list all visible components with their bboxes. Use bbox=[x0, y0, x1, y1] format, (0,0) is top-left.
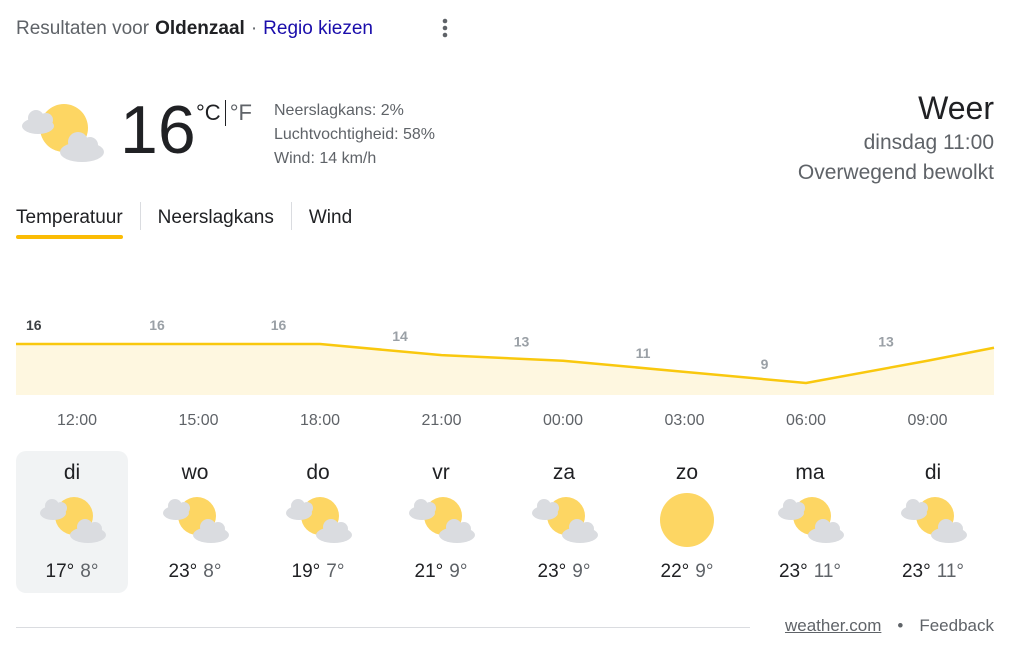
low-temperature: 9° bbox=[572, 561, 591, 582]
current-time: dinsdag 11:00 bbox=[863, 131, 994, 154]
weather-title: Weer bbox=[918, 90, 994, 126]
hour-label: 09:00 bbox=[907, 412, 948, 429]
partly-cloudy-icon bbox=[36, 491, 108, 549]
day-forecast-3[interactable]: vr 21° 9° bbox=[385, 451, 497, 593]
partly-cloudy-icon bbox=[282, 491, 354, 549]
temperature-chart: 16 16 16 14 13 11 9 13 bbox=[16, 317, 995, 395]
more-vert-icon[interactable] bbox=[436, 16, 454, 40]
day-name: zo bbox=[675, 461, 699, 484]
low-temperature: 11° bbox=[813, 561, 842, 582]
tab-precipitation[interactable]: Neerslagkans bbox=[158, 205, 274, 239]
footer-divider bbox=[16, 627, 750, 628]
day-temperatures: 21° 9° bbox=[385, 561, 497, 583]
wind-speed: Wind: 14 km/h bbox=[274, 150, 377, 167]
day-temperatures: 23° 11° bbox=[877, 561, 989, 583]
hour-label: 21:00 bbox=[421, 412, 462, 429]
temperature-value-label: 13 bbox=[514, 334, 530, 350]
partly-cloudy-icon bbox=[897, 491, 969, 549]
temperature-value-label: 9 bbox=[761, 356, 769, 372]
tab-divider bbox=[290, 202, 292, 230]
high-temperature: 21° bbox=[414, 561, 444, 582]
partly-cloudy-icon bbox=[405, 491, 477, 549]
day-name: vr bbox=[432, 461, 450, 484]
current-condition: Overwegend bewolkt bbox=[797, 161, 994, 184]
day-forecast-4[interactable]: za 23° 9° bbox=[508, 451, 620, 593]
header-separator: · bbox=[250, 18, 258, 39]
chart-tabs: Temperatuur Neerslagkans Wind bbox=[16, 202, 352, 242]
day-temperatures: 23° 8° bbox=[139, 561, 251, 583]
hour-axis: 12:00 15:00 18:00 21:00 00:00 03:00 06:00 09:00 bbox=[0, 412, 1029, 434]
high-temperature: 19° bbox=[291, 561, 321, 582]
day-temperatures: 19° 7° bbox=[262, 561, 374, 583]
low-temperature: 8° bbox=[203, 561, 222, 582]
partly-cloudy-icon bbox=[16, 98, 108, 170]
day-name: do bbox=[306, 461, 330, 484]
feedback-link[interactable]: Feedback bbox=[919, 616, 994, 636]
temperature-value-label: 13 bbox=[878, 334, 894, 350]
high-temperature: 17° bbox=[45, 561, 75, 582]
low-temperature: 9° bbox=[695, 561, 714, 582]
humidity: Luchtvochtigheid: 58% bbox=[274, 126, 435, 143]
sunny-icon bbox=[651, 491, 723, 549]
day-forecast-7[interactable]: di 23° 11° bbox=[877, 451, 989, 593]
day-name: di bbox=[63, 461, 81, 484]
high-temperature: 23° bbox=[537, 561, 567, 582]
temperature-value-label: 16 bbox=[26, 317, 42, 333]
tab-temperature[interactable]: Temperatuur bbox=[16, 205, 123, 239]
high-temperature: 22° bbox=[660, 561, 690, 582]
partly-cloudy-icon bbox=[774, 491, 846, 549]
hour-label: 12:00 bbox=[56, 412, 98, 429]
day-forecast-0[interactable]: di 17° 8° bbox=[16, 451, 128, 593]
day-forecast-5[interactable]: zo 22° 9° bbox=[631, 451, 743, 593]
low-temperature: 8° bbox=[80, 561, 99, 582]
day-temperatures: 17° 8° bbox=[16, 561, 128, 583]
source-link[interactable]: weather.com bbox=[785, 616, 881, 636]
weather-details: Neerslagkans: 2% Luchtvochtigheid: 58% W… bbox=[274, 99, 435, 171]
hour-label: 06:00 bbox=[785, 412, 827, 429]
hour-label: 00:00 bbox=[542, 412, 584, 429]
high-temperature: 23° bbox=[168, 561, 198, 582]
partly-cloudy-icon bbox=[528, 491, 600, 549]
high-temperature: 23° bbox=[901, 561, 931, 582]
day-forecast-2[interactable]: do 19° 7° bbox=[262, 451, 374, 593]
hour-label: 15:00 bbox=[178, 412, 219, 429]
weather-summary: Weer dinsdag 11:00 Overwegend bewolkt bbox=[798, 88, 994, 188]
footer-dot: • bbox=[897, 616, 904, 635]
results-prefix: Resultaten voor bbox=[16, 18, 150, 39]
results-header: Resultaten voor Oldenzaal · Regio kiezen bbox=[16, 16, 373, 42]
day-temperatures: 22° 9° bbox=[631, 561, 743, 583]
day-temperatures: 23° 11° bbox=[754, 561, 866, 583]
high-temperature: 23° bbox=[778, 561, 808, 582]
current-temperature: 16 bbox=[120, 92, 196, 168]
fahrenheit-toggle[interactable]: °F bbox=[230, 100, 252, 126]
low-temperature: 9° bbox=[449, 561, 468, 582]
temperature-value-label: 14 bbox=[392, 328, 408, 344]
unit-toggle: °C °F bbox=[196, 100, 252, 126]
hour-label: 03:00 bbox=[664, 412, 705, 429]
low-temperature: 11° bbox=[936, 561, 965, 582]
low-temperature: 7° bbox=[326, 561, 345, 582]
day-forecast-1[interactable]: wo 23° 8° bbox=[139, 451, 251, 593]
unit-divider bbox=[224, 100, 226, 126]
temperature-value-label: 11 bbox=[636, 345, 651, 361]
day-name: di bbox=[924, 461, 942, 484]
precipitation-chance: Neerslagkans: 2% bbox=[274, 102, 404, 119]
temperature-value-label: 16 bbox=[271, 317, 287, 333]
footer: weather.com • Feedback bbox=[785, 616, 994, 636]
day-forecast-6[interactable]: ma 23° 11° bbox=[754, 451, 866, 593]
tab-wind[interactable]: Wind bbox=[309, 205, 352, 239]
celsius-toggle[interactable]: °C bbox=[196, 100, 221, 126]
day-temperatures: 23° 9° bbox=[508, 561, 620, 583]
choose-region-link[interactable]: Regio kiezen bbox=[263, 18, 373, 40]
tab-divider bbox=[139, 202, 141, 230]
temperature-area bbox=[16, 344, 994, 395]
day-name: za bbox=[552, 461, 576, 484]
temperature-value-label: 16 bbox=[149, 317, 165, 333]
hour-label: 18:00 bbox=[299, 412, 341, 429]
day-name: ma bbox=[795, 461, 825, 484]
partly-cloudy-icon bbox=[159, 491, 231, 549]
day-name: wo bbox=[181, 461, 209, 484]
location-name: Oldenzaal bbox=[155, 18, 245, 39]
